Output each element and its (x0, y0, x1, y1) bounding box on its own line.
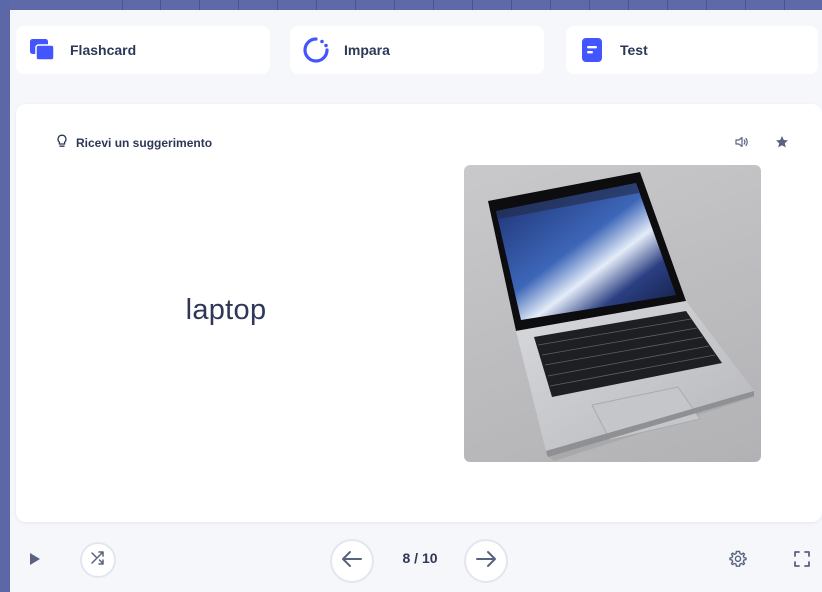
study-modes: Flashcard Impara Test (16, 26, 822, 74)
previous-card-button[interactable] (330, 539, 374, 583)
fullscreen-button[interactable] (790, 549, 814, 573)
star-icon[interactable] (772, 132, 792, 152)
flashcard[interactable]: Ricevi un suggerimento laptop (16, 104, 822, 522)
test-icon (578, 36, 606, 64)
play-icon (29, 552, 41, 571)
flashcard-mode-button[interactable]: Flashcard (16, 26, 270, 74)
shuffle-icon (90, 550, 106, 571)
hint-button[interactable]: Ricevi un suggerimento (56, 134, 212, 151)
test-mode-button[interactable]: Test (566, 26, 818, 74)
flashcards-icon (28, 36, 56, 64)
arrow-right-icon (475, 550, 497, 573)
card-actions (732, 132, 792, 152)
flashcard-controls: 8 / 10 (16, 536, 822, 586)
settings-button[interactable] (726, 549, 750, 573)
gear-icon (728, 549, 748, 574)
autoplay-button[interactable] (26, 551, 44, 571)
lightbulb-icon (56, 134, 68, 151)
speaker-icon[interactable] (732, 132, 752, 152)
card-counter: 8 / 10 (402, 550, 438, 566)
learn-mode-button[interactable]: Impara (290, 26, 544, 74)
test-mode-label: Test (620, 42, 648, 58)
learn-icon (302, 36, 330, 64)
window-left-edge (0, 0, 10, 592)
flashcard-mode-label: Flashcard (70, 42, 137, 58)
arrow-left-icon (341, 550, 363, 573)
shuffle-button[interactable] (80, 542, 116, 578)
hint-label: Ricevi un suggerimento (76, 135, 213, 150)
learn-mode-label: Impara (344, 42, 390, 58)
fullscreen-icon (793, 550, 811, 573)
card-term: laptop (185, 294, 267, 326)
next-card-button[interactable] (464, 539, 508, 583)
window-top-edge (0, 0, 822, 10)
laptop-photo (464, 165, 761, 462)
